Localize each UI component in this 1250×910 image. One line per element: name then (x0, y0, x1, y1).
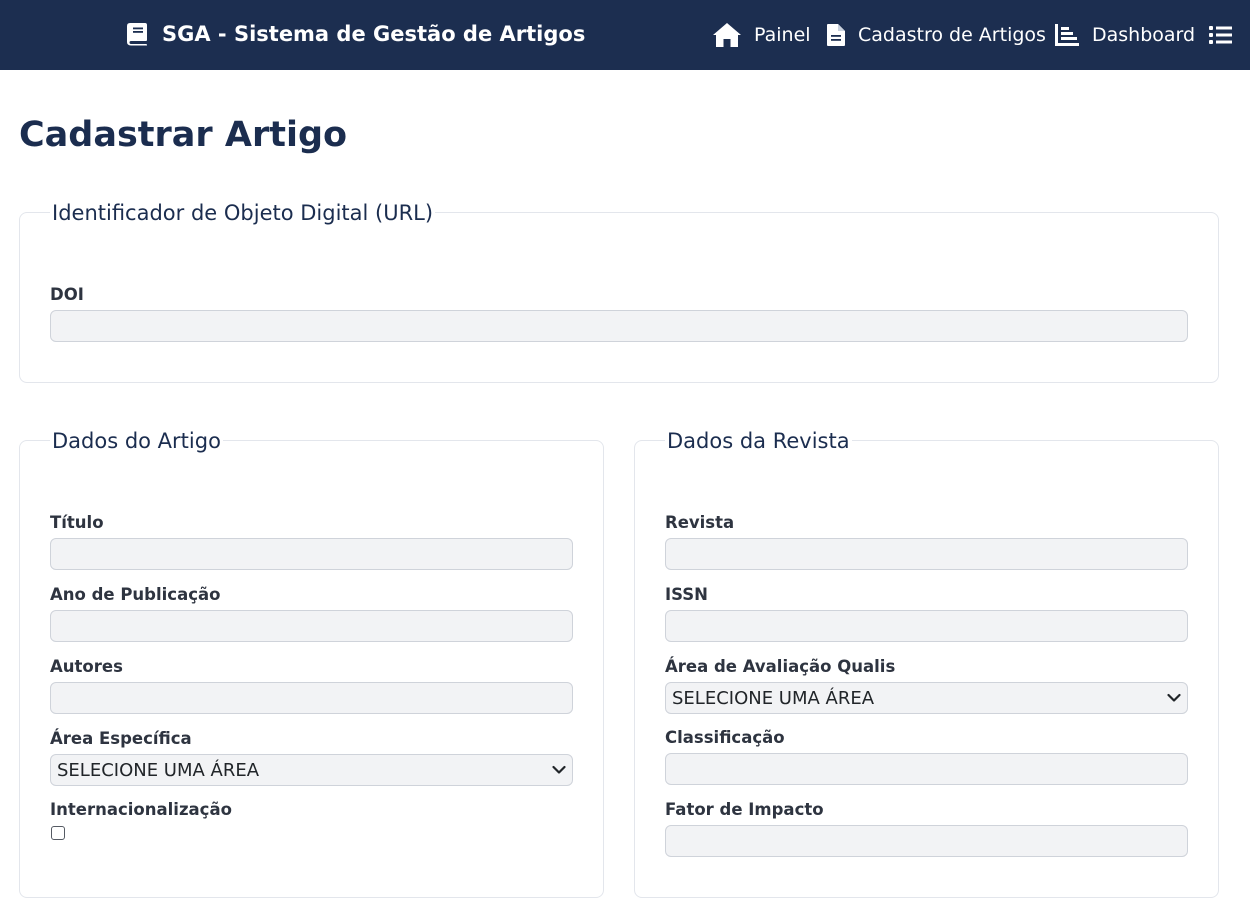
chart-icon (1054, 23, 1080, 47)
doi-input[interactable] (50, 310, 1188, 342)
fator-impacto-label: Fator de Impacto (665, 800, 824, 819)
nav-label: Painel (754, 24, 811, 46)
nav-item-painel[interactable]: Painel (712, 19, 811, 51)
nav-label: Dashboard (1092, 24, 1196, 46)
revista-fieldset: Dados da Revista Revista ISSN Área de Av… (634, 427, 1219, 898)
qualis-label: Área de Avaliação Qualis (665, 657, 896, 676)
issn-label: ISSN (665, 585, 708, 604)
nav-item-dashboard[interactable]: Dashboard (1054, 19, 1195, 51)
book-icon (126, 22, 148, 46)
internacionalizacao-checkbox[interactable] (51, 826, 65, 840)
brand-title: SGA - Sistema de Gestão de Artigos (162, 22, 586, 46)
ano-input[interactable] (50, 610, 573, 642)
autores-label: Autores (50, 657, 123, 676)
home-icon (712, 22, 742, 48)
document-icon (826, 23, 846, 47)
fator-impacto-input[interactable] (665, 825, 1188, 857)
chevron-down-icon (552, 765, 566, 775)
titulo-label: Título (50, 513, 104, 532)
doi-legend: Identificador de Objeto Digital (URL) (50, 199, 436, 227)
area-especifica-select[interactable]: SELECIONE UMA ÁREA (50, 754, 573, 786)
revista-input[interactable] (665, 538, 1188, 570)
doi-label: DOI (50, 285, 84, 304)
internacionalizacao-label: Internacionalização (50, 800, 232, 819)
page-title: Cadastrar Artigo (19, 115, 348, 155)
artigo-fieldset: Dados do Artigo Título Ano de Publicação… (19, 427, 604, 898)
classificacao-input[interactable] (665, 753, 1188, 785)
classificacao-label: Classificação (665, 728, 785, 747)
area-especifica-label: Área Específica (50, 729, 192, 748)
nav-label: Cadastro de Artigos (858, 24, 1046, 46)
revista-legend: Dados da Revista (665, 427, 852, 455)
top-navbar: SGA - Sistema de Gestão de Artigos Paine… (0, 0, 1250, 70)
list-icon (1208, 24, 1234, 46)
titulo-input[interactable] (50, 538, 573, 570)
nav-item-cadastro-artigos[interactable]: Cadastro de Artigos (826, 19, 1046, 51)
artigo-legend: Dados do Artigo (50, 427, 223, 455)
qualis-value: SELECIONE UMA ÁREA (672, 687, 875, 709)
doi-fieldset: Identificador de Objeto Digital (URL) DO… (19, 199, 1219, 383)
qualis-select[interactable]: SELECIONE UMA ÁREA (665, 682, 1188, 714)
issn-input[interactable] (665, 610, 1188, 642)
ano-label: Ano de Publicação (50, 585, 221, 604)
main-nav: Painel Cadastro de Artigos Dashboard (712, 19, 1250, 51)
brand[interactable]: SGA - Sistema de Gestão de Artigos (126, 19, 585, 49)
area-especifica-value: SELECIONE UMA ÁREA (57, 759, 260, 781)
chevron-down-icon (1167, 693, 1181, 703)
autores-input[interactable] (50, 682, 573, 714)
nav-item-list[interactable] (1208, 19, 1250, 51)
revista-label: Revista (665, 513, 735, 532)
